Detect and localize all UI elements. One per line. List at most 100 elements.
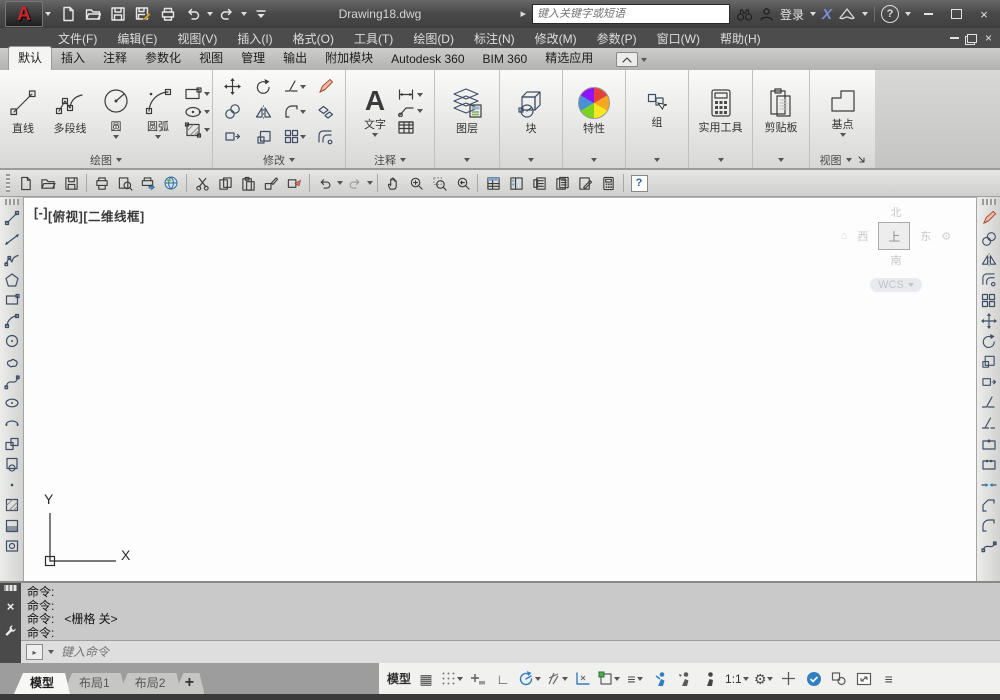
modify-toolbar-grip[interactable] xyxy=(981,199,996,205)
osnap-track-toggle[interactable] xyxy=(571,668,595,690)
open-button[interactable] xyxy=(82,3,104,25)
view-panel-label[interactable]: 视图 xyxy=(810,151,875,168)
ribbon-collapse-button[interactable] xyxy=(616,52,648,67)
table-button[interactable] xyxy=(397,120,415,135)
menu-file[interactable]: 文件(F) xyxy=(48,30,107,47)
workspace-dropdown-icon[interactable] xyxy=(767,676,774,681)
utilities-panel-expand[interactable] xyxy=(689,151,752,168)
ellipse-button[interactable] xyxy=(184,105,202,119)
polar-dropdown-icon[interactable] xyxy=(535,676,542,681)
mirror-button[interactable] xyxy=(255,104,272,120)
help-dropdown-icon[interactable] xyxy=(905,12,911,16)
tab-manage[interactable]: 管理 xyxy=(232,46,274,70)
recent-commands-dropdown-icon[interactable] xyxy=(48,650,54,654)
std-plot-button[interactable] xyxy=(137,172,159,194)
array-button[interactable] xyxy=(284,129,306,144)
std-open-button[interactable] xyxy=(37,172,59,194)
dynamic-input-toggle[interactable] xyxy=(466,668,490,690)
search-input[interactable] xyxy=(531,4,730,24)
std-designcenter-button[interactable] xyxy=(505,172,527,194)
scale-value-button[interactable]: 1:1 xyxy=(723,668,751,690)
tb-polygon-button[interactable] xyxy=(2,270,22,291)
tab-insert[interactable]: 插入 xyxy=(52,46,94,70)
menu-tools[interactable]: 工具(T) xyxy=(344,30,403,47)
std-help-button[interactable]: ? xyxy=(628,172,650,194)
status-model-button[interactable]: 模型 xyxy=(385,668,413,690)
ortho-toggle[interactable]: ∟ xyxy=(491,668,515,690)
tb-revision-cloud-button[interactable] xyxy=(2,352,22,373)
block-button[interactable]: 块 xyxy=(514,87,548,136)
menu-draw[interactable]: 绘图(D) xyxy=(403,30,464,47)
isodraft-dropdown-icon[interactable] xyxy=(562,676,569,681)
tb-region-button[interactable] xyxy=(2,536,22,557)
tab-view[interactable]: 视图 xyxy=(190,46,232,70)
std-cut-button[interactable] xyxy=(191,172,213,194)
a360-button[interactable] xyxy=(838,7,856,21)
grid-toggle[interactable]: ▦ xyxy=(414,668,438,690)
menu-parametric[interactable]: 参数(P) xyxy=(587,30,647,47)
fillet-dropdown-icon[interactable] xyxy=(299,109,306,114)
tb-polyline-button[interactable] xyxy=(2,249,22,270)
tb-blend-button[interactable] xyxy=(979,536,999,557)
doc-restore-button[interactable] xyxy=(966,33,977,43)
std-copy-button[interactable] xyxy=(214,172,236,194)
menu-view[interactable]: 视图(V) xyxy=(167,30,227,47)
fillet-button[interactable] xyxy=(284,104,306,119)
group-panel-expand[interactable] xyxy=(626,151,688,168)
tb-offset-button[interactable] xyxy=(979,270,999,291)
utilities-button[interactable]: 实用工具 xyxy=(699,88,743,135)
tab-model[interactable]: 模型 xyxy=(14,673,70,694)
tab-featured-apps[interactable]: 精选应用 xyxy=(536,46,602,70)
viewcube-settings-icon[interactable]: ⚙ xyxy=(941,230,951,243)
tb-break-button[interactable] xyxy=(979,454,999,475)
doc-minimize-button[interactable] xyxy=(949,37,959,39)
annotation-visibility-toggle[interactable] xyxy=(648,668,672,690)
tab-parametric[interactable]: 参数化 xyxy=(136,46,190,70)
std-save-button[interactable] xyxy=(60,172,82,194)
toolbar-grip-handle[interactable] xyxy=(6,174,10,192)
base-point-button[interactable]: 基点 xyxy=(828,87,858,137)
group-button[interactable]: 组 xyxy=(647,93,667,130)
view-panel-launcher-icon[interactable] xyxy=(858,156,866,164)
redo-button[interactable] xyxy=(216,3,238,25)
view-panel-expand-icon[interactable] xyxy=(845,157,852,162)
tab-autodesk360[interactable]: Autodesk 360 xyxy=(382,49,473,70)
arc-button[interactable]: 圆弧 xyxy=(136,85,180,139)
trim-button[interactable] xyxy=(284,79,306,94)
tb-copy-button[interactable] xyxy=(979,229,999,250)
block-panel-expand[interactable] xyxy=(500,151,562,168)
polyline-button[interactable]: 多段线 xyxy=(44,87,96,136)
doc-close-button[interactable]: × xyxy=(985,31,992,45)
command-close-button[interactable]: × xyxy=(7,599,15,614)
osnap-toggle[interactable] xyxy=(596,668,622,690)
text-dropdown-icon[interactable] xyxy=(372,132,378,137)
std-block-editor-button[interactable] xyxy=(283,172,305,194)
layers-button[interactable]: 图层 xyxy=(450,87,484,136)
clean-screen-button[interactable] xyxy=(852,668,876,690)
base-point-dropdown-icon[interactable] xyxy=(839,132,846,137)
workspace-switch-button[interactable]: ⚙ xyxy=(752,668,776,690)
properties-button[interactable]: 特性 xyxy=(578,87,610,136)
tb-construction-line-button[interactable] xyxy=(2,229,22,250)
std-quickcalc-button[interactable] xyxy=(597,172,619,194)
command-prompt-icon[interactable]: ▸ xyxy=(26,644,43,660)
std-undo-button[interactable] xyxy=(314,172,336,194)
modify-panel-label[interactable]: 修改 xyxy=(213,151,345,168)
scale-button[interactable] xyxy=(256,129,272,145)
clipboard-panel-expand[interactable] xyxy=(753,151,809,168)
search-button[interactable] xyxy=(736,7,753,22)
menu-modify[interactable]: 修改(M) xyxy=(525,30,587,47)
annotation-autoscale-toggle[interactable] xyxy=(673,668,697,690)
tb-make-block-button[interactable] xyxy=(2,454,22,475)
undo-dropdown-icon[interactable] xyxy=(207,12,213,16)
dimension-dropdown-icon[interactable] xyxy=(417,92,423,97)
snap-dropdown-icon[interactable] xyxy=(457,676,464,681)
std-redo-button[interactable] xyxy=(344,172,366,194)
leader-dropdown-icon[interactable] xyxy=(417,108,423,113)
tb-erase-button[interactable] xyxy=(979,208,999,229)
close-button[interactable]: × xyxy=(973,5,995,23)
tab-output[interactable]: 输出 xyxy=(274,46,316,70)
isolate-objects-button[interactable] xyxy=(827,668,851,690)
properties-panel-expand[interactable] xyxy=(563,151,625,168)
osnap-dropdown-icon[interactable] xyxy=(614,676,621,681)
